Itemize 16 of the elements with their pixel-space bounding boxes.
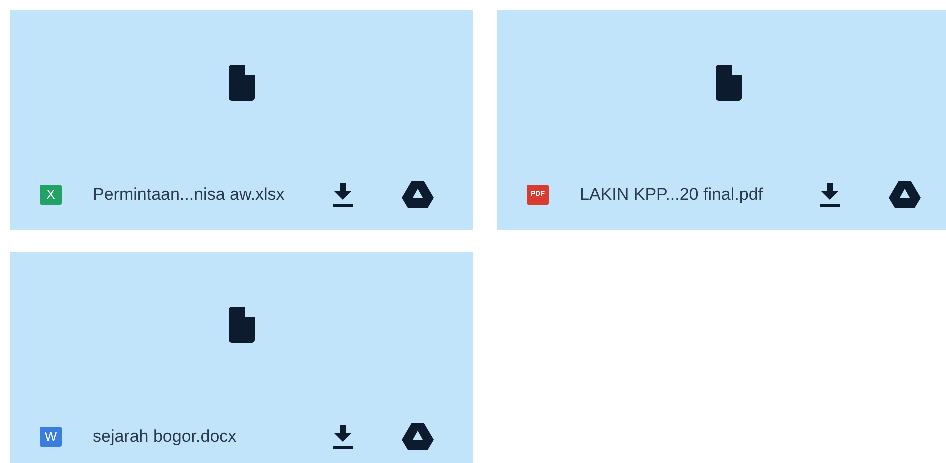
file-name: Permintaan...nisa aw.xlsx: [93, 184, 286, 206]
file-type-badge: W: [40, 427, 62, 447]
download-icon[interactable]: [332, 183, 354, 207]
file-name: sejarah bogor.docx: [93, 426, 238, 448]
file-type-badge: X: [40, 185, 62, 205]
triangle-logo-icon[interactable]: [889, 181, 921, 209]
triangle-logo-icon[interactable]: [402, 423, 434, 451]
triangle-logo-icon[interactable]: [402, 181, 434, 209]
file-icon: [716, 65, 742, 101]
file-icon: [228, 307, 254, 343]
file-card[interactable]: X Permintaan...nisa aw.xlsx: [10, 10, 473, 230]
download-icon[interactable]: [332, 425, 354, 449]
file-card[interactable]: W sejarah bogor.docx: [10, 252, 473, 463]
file-icon: [228, 65, 254, 101]
download-icon[interactable]: [819, 183, 841, 207]
file-name: LAKIN KPP...20 final.pdf: [580, 184, 764, 206]
